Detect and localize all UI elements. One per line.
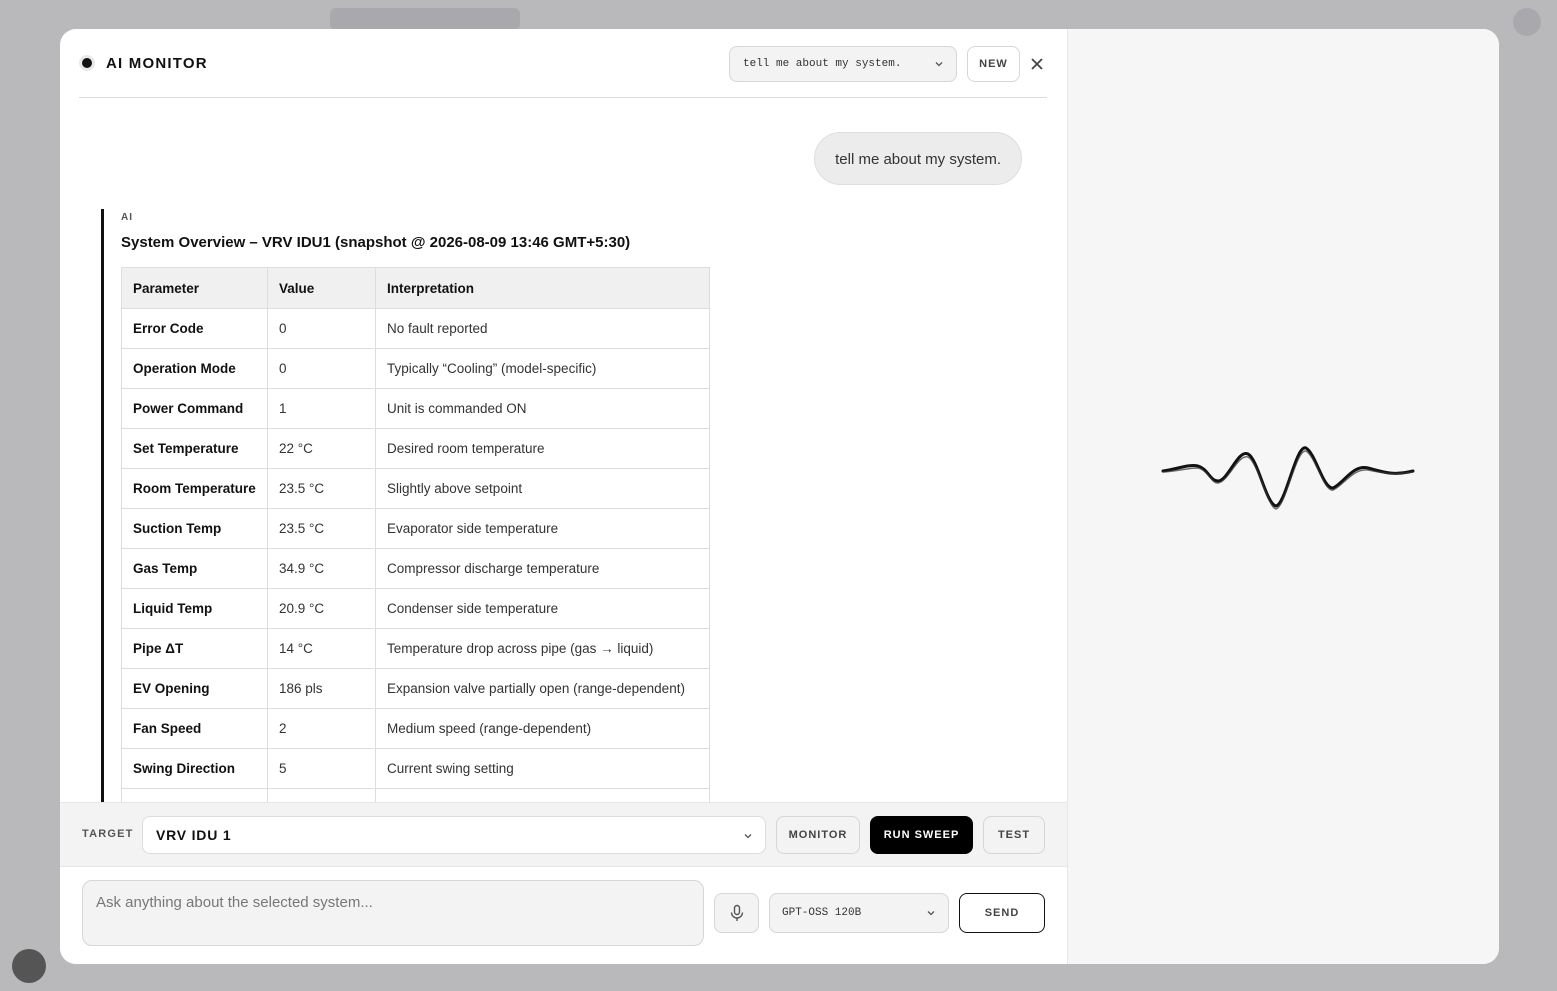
close-icon[interactable]	[1029, 56, 1045, 72]
table-header-row: Parameter Value Interpretation	[121, 267, 710, 309]
chevron-down-icon	[927, 911, 935, 916]
chevron-down-icon	[744, 834, 752, 839]
conversation-select-value: tell me about my system.	[743, 58, 902, 70]
value-cell: 23.5 °C	[267, 468, 376, 509]
interpretation-cell: Desired room temperature	[375, 428, 710, 469]
background-hint	[1513, 8, 1541, 36]
interpretation-cell	[375, 788, 710, 802]
target-bar: TARGET VRV IDU 1 MONITOR RUN SWEEP TEST	[60, 802, 1068, 867]
interpretation-cell: Temperature drop across pipe (gas → liqu…	[375, 628, 710, 669]
run-sweep-button[interactable]: RUN SWEEP	[870, 816, 973, 854]
chat-thread[interactable]: tell me about my system. AI System Overv…	[79, 99, 1047, 802]
background-hint	[330, 8, 520, 30]
parameter-cell: Operation Mode	[121, 348, 268, 389]
dialog-title: AI MONITOR	[106, 55, 208, 72]
column-header: Parameter	[121, 267, 268, 309]
value-cell	[267, 788, 376, 802]
parameter-cell: Pipe ΔT	[121, 628, 268, 669]
chat-pane: AI MONITOR tell me about my system. NEW …	[60, 29, 1068, 964]
value-cell: 186 pls	[267, 668, 376, 709]
background-avatar	[12, 949, 46, 983]
mic-button[interactable]	[714, 893, 759, 933]
new-conversation-button[interactable]: NEW	[967, 46, 1020, 82]
table-row	[121, 788, 710, 802]
interpretation-cell: No fault reported	[375, 308, 710, 349]
table-row: Pipe ΔT 14 °C Temperature drop across pipe…	[121, 628, 710, 669]
conversation-select[interactable]: tell me about my system.	[729, 46, 957, 82]
value-cell: 0	[267, 308, 376, 349]
parameter-cell: Set Temperature	[121, 428, 268, 469]
ai-monitor-dialog: AI MONITOR tell me about my system. NEW …	[60, 29, 1499, 964]
target-label: TARGET	[82, 828, 134, 840]
voice-pane	[1067, 29, 1499, 964]
parameter-cell: Error Code	[121, 308, 268, 349]
parameter-cell: Swing Direction	[121, 748, 268, 789]
value-cell: 1	[267, 388, 376, 429]
column-header: Interpretation	[375, 267, 710, 309]
value-cell: 0	[267, 348, 376, 389]
dialog-header: AI MONITOR tell me about my system. NEW	[79, 29, 1047, 98]
parameter-cell: Room Temperature	[121, 468, 268, 509]
interpretation-cell: Evaporator side temperature	[375, 508, 710, 549]
ai-heading: System Overview – VRV IDU1 (snapshot @ 2…	[121, 234, 631, 251]
interpretation-cell: Slightly above setpoint	[375, 468, 710, 509]
value-cell: 23.5 °C	[267, 508, 376, 549]
parameter-cell	[121, 788, 268, 802]
voice-waveform-icon	[1161, 446, 1415, 510]
value-cell: 20.9 °C	[267, 588, 376, 629]
model-select[interactable]: GPT-OSS 120B	[769, 893, 949, 933]
column-header: Value	[267, 267, 376, 309]
user-message: tell me about my system.	[814, 132, 1022, 185]
table-row: Error Code 0 No fault reported	[121, 308, 710, 349]
value-cell: 22 °C	[267, 428, 376, 469]
table-row: Room Temperature 23.5 °C Slightly above se…	[121, 468, 710, 509]
monitor-button[interactable]: MONITOR	[776, 816, 860, 854]
parameter-cell: Liquid Temp	[121, 588, 268, 629]
interpretation-cell: Condenser side temperature	[375, 588, 710, 629]
interpretation-cell: Current swing setting	[375, 748, 710, 789]
model-select-value: GPT-OSS 120B	[782, 907, 862, 919]
interpretation-cell: Expansion valve partially open (range‑de…	[375, 668, 710, 709]
table-row: Swing Direction 5 Current swing setting	[121, 748, 710, 789]
system-overview-table: Parameter Value Interpretation Error Cod…	[121, 267, 710, 802]
parameter-cell: Gas Temp	[121, 548, 268, 589]
table-row: Power Command 1 Unit is commanded ON	[121, 388, 710, 429]
value-cell: 14 °C	[267, 628, 376, 669]
table-row: Gas Temp 34.9 °C Compressor discharge temp…	[121, 548, 710, 589]
test-button[interactable]: TEST	[983, 816, 1045, 854]
table-row: Liquid Temp 20.9 °C Condenser side tempera…	[121, 588, 710, 629]
interpretation-cell: Unit is commanded ON	[375, 388, 710, 429]
parameter-cell: EV Opening	[121, 668, 268, 709]
table-row: Suction Temp 23.5 °C Evaporator side tempe…	[121, 508, 710, 549]
parameter-cell: Power Command	[121, 388, 268, 429]
microphone-icon	[730, 904, 744, 921]
value-cell: 5	[267, 748, 376, 789]
target-select-value: VRV IDU 1	[156, 827, 232, 843]
value-cell: 2	[267, 708, 376, 749]
table-row: Operation Mode 0 Typically “Cooling” (mode…	[121, 348, 710, 389]
chevron-down-icon	[935, 62, 943, 67]
table-row: EV Opening 186 pls Expansion valve partial…	[121, 668, 710, 709]
table-row: Set Temperature 22 °C Desired room tempera…	[121, 428, 710, 469]
ai-message: AI System Overview – VRV IDU1 (snapshot …	[101, 209, 1001, 802]
target-select[interactable]: VRV IDU 1	[142, 816, 766, 854]
interpretation-cell: Compressor discharge temperature	[375, 548, 710, 589]
parameter-cell: Fan Speed	[121, 708, 268, 749]
parameter-cell: Suction Temp	[121, 508, 268, 549]
prompt-input[interactable]	[82, 880, 704, 946]
interpretation-cell: Typically “Cooling” (model‑specific)	[375, 348, 710, 389]
send-button[interactable]: SEND	[959, 893, 1045, 933]
interpretation-cell: Medium speed (range‑dependent)	[375, 708, 710, 749]
composer: GPT-OSS 120B SEND	[60, 867, 1068, 964]
status-dot-icon	[82, 58, 92, 68]
ai-label: AI	[121, 212, 133, 223]
table-row: Fan Speed 2 Medium speed (range‑dependent)	[121, 708, 710, 749]
value-cell: 34.9 °C	[267, 548, 376, 589]
